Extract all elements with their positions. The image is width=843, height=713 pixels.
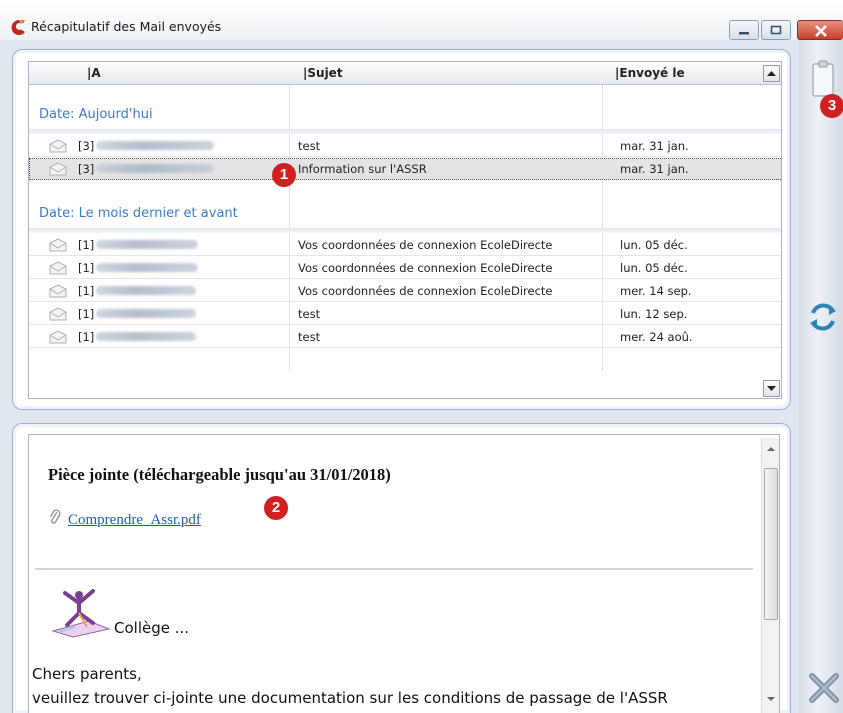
mail-subject: Information sur l'ASSR bbox=[298, 162, 427, 176]
minimize-icon bbox=[739, 32, 749, 35]
mail-row[interactable]: [1] Vos coordonnées de connexion EcoleDi… bbox=[29, 257, 781, 279]
mail-body-text: veuillez trouver ci-jointe une documenta… bbox=[32, 689, 668, 707]
annotation-badge-1: 1 bbox=[272, 163, 296, 187]
recipient-address-redacted bbox=[96, 286, 196, 295]
mail-row-selected[interactable]: [3] Information sur l'ASSR mar. 31 jan. bbox=[29, 158, 781, 180]
mail-list: |A |Sujet |Envoyé le Date: Aujourd'hui [… bbox=[28, 61, 782, 399]
scroll-up-button[interactable] bbox=[763, 65, 780, 82]
mail-sent-date: mer. 14 sep. bbox=[620, 284, 692, 298]
school-logo bbox=[51, 589, 111, 638]
group-header-today: Date: Aujourd'hui bbox=[29, 107, 781, 135]
arrow-down-icon[interactable] bbox=[765, 694, 777, 704]
recipient-address-redacted bbox=[96, 164, 214, 173]
minimize-button[interactable] bbox=[729, 20, 759, 40]
list-header: |A |Sujet |Envoyé le bbox=[29, 62, 781, 85]
title-bar: Récapitulatif des Mail envoyés bbox=[0, 0, 843, 40]
mail-sent-date: mar. 31 jan. bbox=[620, 162, 689, 176]
attachment-link[interactable]: Comprendre_Assr.pdf bbox=[68, 512, 201, 529]
envelope-icon bbox=[49, 261, 67, 275]
scroll-down-button[interactable] bbox=[763, 380, 780, 397]
mail-row[interactable]: [1] test lun. 12 sep. bbox=[29, 303, 781, 325]
recipient-count: [1] bbox=[78, 284, 95, 298]
arrow-up-icon bbox=[767, 71, 776, 76]
refresh-icon[interactable] bbox=[806, 300, 840, 334]
recipient-address-redacted bbox=[96, 263, 198, 272]
mail-sent-date: lun. 05 déc. bbox=[620, 261, 688, 275]
mail-sent-date: lun. 12 sep. bbox=[620, 307, 688, 321]
close-icon bbox=[814, 25, 827, 37]
recipient-count: [1] bbox=[78, 307, 95, 321]
recipient-count: [3] bbox=[78, 139, 95, 153]
attachment-title: Pièce jointe (téléchargeable jusqu'au 31… bbox=[48, 465, 391, 484]
recipient-address-redacted bbox=[96, 332, 196, 341]
recipient-address-redacted bbox=[96, 240, 198, 249]
envelope-icon bbox=[49, 162, 67, 176]
mail-subject: test bbox=[298, 307, 321, 321]
envelope-icon bbox=[49, 139, 67, 153]
mail-preview: Pièce jointe (téléchargeable jusqu'au 31… bbox=[28, 434, 780, 713]
maximize-button[interactable] bbox=[761, 20, 791, 40]
clipboard-icon[interactable] bbox=[811, 58, 835, 98]
mail-row[interactable]: [1] Vos coordonnées de connexion EcoleDi… bbox=[29, 234, 781, 256]
arrow-down-icon bbox=[767, 386, 776, 391]
annotation-badge-3: 3 bbox=[820, 94, 843, 118]
mail-subject: test bbox=[298, 330, 321, 344]
recipient-count: [3] bbox=[78, 162, 95, 176]
group-label: Date: Aujourd'hui bbox=[39, 107, 153, 122]
preview-scrollbar[interactable] bbox=[761, 438, 779, 713]
column-header-recipient[interactable]: |A bbox=[87, 66, 101, 80]
recipient-address-redacted bbox=[96, 141, 214, 150]
mail-subject: Vos coordonnées de connexion EcoleDirect… bbox=[298, 261, 553, 275]
column-header-subject[interactable]: |Sujet bbox=[303, 66, 343, 80]
group-separator bbox=[29, 228, 781, 233]
recipient-count: [1] bbox=[78, 330, 95, 344]
app-logo-icon bbox=[11, 20, 25, 35]
arrow-up-icon[interactable] bbox=[765, 444, 777, 454]
scrollbar-thumb[interactable] bbox=[764, 468, 778, 620]
maximize-icon bbox=[770, 25, 782, 35]
mail-row[interactable]: [3] test mar. 31 jan. bbox=[29, 135, 781, 157]
school-name: Collège ... bbox=[114, 619, 190, 637]
window-title: Récapitulatif des Mail envoyés bbox=[31, 19, 222, 34]
group-header-last-month: Date: Le mois dernier et avant bbox=[29, 188, 781, 233]
mail-sent-date: mer. 24 aoû. bbox=[620, 330, 693, 344]
envelope-icon bbox=[49, 238, 67, 252]
column-header-sent-date[interactable]: |Envoyé le bbox=[615, 66, 685, 80]
mail-subject: Vos coordonnées de connexion EcoleDirect… bbox=[298, 284, 553, 298]
envelope-icon bbox=[49, 307, 67, 321]
mail-greeting: Chers parents, bbox=[32, 665, 142, 683]
mail-row[interactable]: [1] Vos coordonnées de connexion EcoleDi… bbox=[29, 280, 781, 302]
envelope-icon bbox=[49, 330, 67, 344]
right-toolbar bbox=[798, 40, 843, 713]
tools-icon[interactable] bbox=[807, 670, 841, 706]
close-button[interactable] bbox=[797, 20, 843, 40]
recipient-address-redacted bbox=[96, 309, 196, 318]
mail-row[interactable]: [1] test mer. 24 aoû. bbox=[29, 326, 781, 348]
mail-subject: test bbox=[298, 139, 321, 153]
annotation-badge-2: 2 bbox=[264, 496, 288, 520]
paperclip-icon bbox=[49, 509, 61, 524]
mail-sent-date: lun. 05 déc. bbox=[620, 238, 688, 252]
recipient-count: [1] bbox=[78, 261, 95, 275]
mail-sent-date: mar. 31 jan. bbox=[620, 139, 689, 153]
mail-subject: Vos coordonnées de connexion EcoleDirect… bbox=[298, 238, 553, 252]
sent-mail-window: Récapitulatif des Mail envoyés 3 |A |Suj… bbox=[0, 0, 843, 713]
envelope-icon bbox=[49, 284, 67, 298]
group-separator bbox=[29, 129, 781, 134]
preview-divider bbox=[35, 568, 753, 570]
group-label: Date: Le mois dernier et avant bbox=[39, 206, 238, 221]
recipient-count: [1] bbox=[78, 238, 95, 252]
